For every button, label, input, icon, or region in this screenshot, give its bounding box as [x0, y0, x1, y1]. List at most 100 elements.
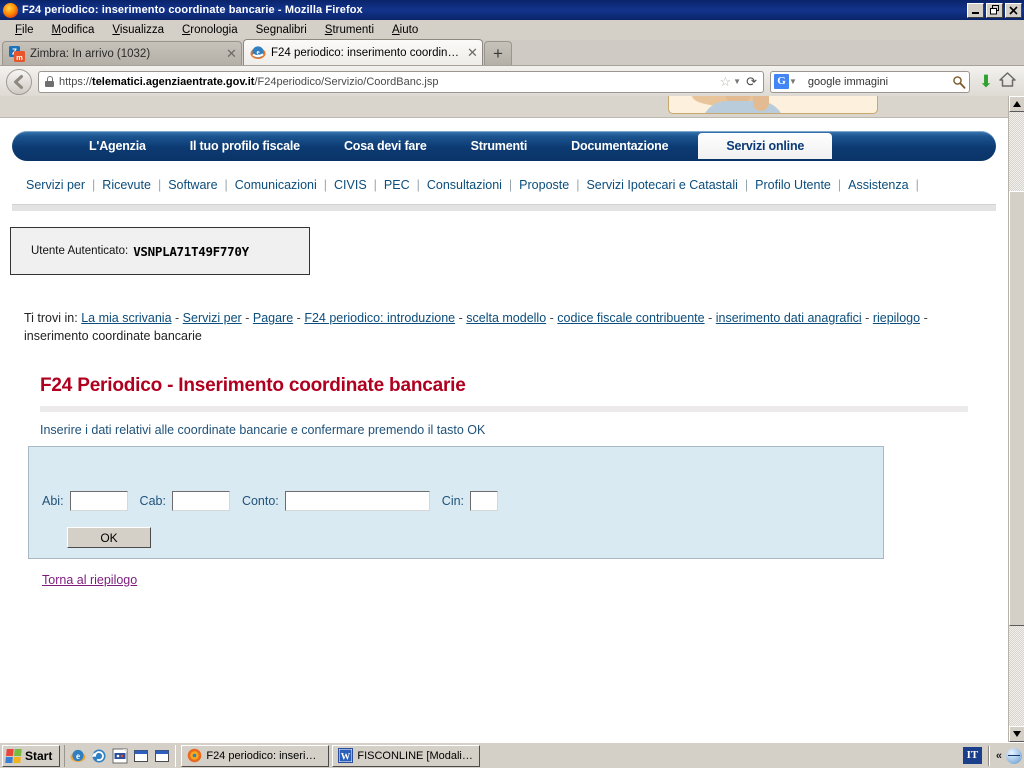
firefox-icon — [187, 748, 202, 763]
system-tray: IT « — [959, 745, 1022, 767]
reload-icon[interactable]: ⟳ — [746, 74, 757, 90]
scroll-up-button[interactable] — [1009, 96, 1024, 112]
home-icon[interactable] — [996, 72, 1018, 91]
subnav-servizi-per[interactable]: Servizi per — [26, 178, 92, 192]
url-bar[interactable]: https://telematici.agenziaentrate.gov.it… — [38, 70, 764, 93]
chevron-down-icon[interactable]: ▼ — [733, 77, 741, 86]
media-icon[interactable] — [112, 748, 128, 764]
subnav-consultazioni[interactable]: Consultazioni — [420, 178, 509, 192]
menu-cronologia[interactable]: Cronologia — [173, 23, 247, 37]
tab-f24-periodico[interactable]: e F24 periodico: inserimento coordinate … — [243, 39, 483, 65]
network-activity-icon[interactable] — [1006, 747, 1022, 764]
breadcrumb-link-codice-fiscale[interactable]: codice fiscale contribuente — [557, 311, 704, 325]
back-button[interactable] — [6, 68, 32, 95]
downloads-icon[interactable]: ⬇ — [976, 72, 996, 92]
breadcrumb-separator: - — [923, 311, 928, 325]
svg-text:e: e — [256, 48, 259, 56]
maximize-button[interactable] — [986, 2, 1003, 18]
scroll-down-button[interactable] — [1009, 726, 1024, 742]
abi-label: Abi: — [42, 494, 64, 508]
breadcrumb-separator: - — [549, 311, 554, 325]
start-button-label: Start — [25, 748, 53, 763]
site-sub-navigation: Servizi per | Ricevute | Software | Comunicazi… — [26, 178, 919, 192]
nav-item-servizi-online[interactable]: Servizi online — [698, 133, 833, 159]
subnav-pec[interactable]: PEC — [377, 178, 417, 192]
form-instruction: Inserire i dati relativi alle coordinate… — [40, 423, 486, 437]
chevron-down-icon[interactable]: ▼ — [789, 77, 797, 86]
breadcrumb-link-scrivania[interactable]: La mia scrivania — [81, 311, 171, 325]
nav-item-profilo-fiscale[interactable]: Il tuo profilo fiscale — [168, 133, 322, 159]
ok-button[interactable]: OK — [67, 527, 151, 548]
subnav-civis[interactable]: CIVIS — [327, 178, 374, 192]
taskbar: Start e F24 periodico: inserim... W FISC… — [0, 742, 1024, 768]
language-indicator[interactable]: IT — [962, 747, 982, 764]
quick-launch-bar: e — [64, 744, 177, 767]
nav-item-lagenzia[interactable]: L'Agenzia — [67, 133, 168, 159]
breadcrumb-link-introduzione[interactable]: F24 periodico: introduzione — [304, 311, 455, 325]
subnav-assistenza[interactable]: Assistenza — [841, 178, 915, 192]
window-icon[interactable] — [154, 748, 170, 764]
window-icon[interactable] — [133, 748, 149, 764]
menu-modifica[interactable]: Modifica — [43, 23, 104, 37]
breadcrumb-link-dati-anagrafici[interactable]: inserimento dati anagrafici — [716, 311, 862, 325]
tab-close-icon[interactable]: ✕ — [467, 46, 478, 59]
breadcrumb-link-riepilogo[interactable]: riepilogo — [873, 311, 920, 325]
tab-close-icon[interactable]: ✕ — [226, 47, 237, 60]
conto-input[interactable] — [284, 491, 430, 511]
new-tab-button[interactable]: + — [484, 41, 512, 65]
abi-input[interactable] — [69, 491, 128, 511]
page-viewport: L'Agenzia Il tuo profilo fiscale Cosa de… — [0, 96, 1024, 742]
close-button[interactable] — [1005, 2, 1022, 18]
subnav-software[interactable]: Software — [161, 178, 224, 192]
google-icon[interactable]: G — [774, 74, 789, 89]
cab-input[interactable] — [171, 491, 230, 511]
breadcrumb-link-pagare[interactable]: Pagare — [253, 311, 293, 325]
taskbar-item-word[interactable]: W FISCONLINE [Modalità di... — [332, 744, 481, 767]
site-mainnav-wrapper: L'Agenzia Il tuo profilo fiscale Cosa de… — [0, 118, 1008, 161]
tray-divider — [987, 745, 990, 766]
authenticated-user-code: VSNPLA71T49F770Y — [133, 243, 249, 259]
menu-bar: FFileile Modifica Visualizza Cronologia … — [0, 20, 1024, 40]
window-controls — [967, 2, 1022, 18]
banner-photo — [668, 96, 878, 114]
breadcrumb-separator: - — [458, 311, 463, 325]
menu-strumenti[interactable]: Strumenti — [316, 23, 383, 37]
breadcrumb-separator: - — [708, 311, 713, 325]
breadcrumb-link-servizi-per[interactable]: Servizi per — [183, 311, 242, 325]
refresh-icon[interactable] — [91, 748, 107, 764]
menu-segnalibri[interactable]: Segnalibri — [247, 23, 316, 37]
menu-aiuto[interactable]: Aiuto — [383, 23, 427, 37]
scrollbar-thumb[interactable] — [1009, 191, 1024, 626]
breadcrumb-link-scelta-modello[interactable]: scelta modello — [466, 311, 546, 325]
search-bar[interactable]: G ▼ google immagini — [770, 70, 970, 93]
start-button[interactable]: Start — [2, 744, 61, 767]
breadcrumb-separator: - — [245, 311, 250, 325]
bookmark-star-icon[interactable]: ☆ — [720, 74, 732, 90]
nav-item-strumenti[interactable]: Strumenti — [449, 133, 550, 159]
tray-expand-icon[interactable]: « — [996, 750, 1002, 762]
taskbar-item-firefox[interactable]: F24 periodico: inserim... — [181, 744, 330, 767]
subnav-servizi-ipotecari[interactable]: Servizi Ipotecari e Catastali — [579, 178, 744, 192]
nav-item-cosa-devi-fare[interactable]: Cosa devi fare — [322, 133, 449, 159]
subnav-comunicazioni[interactable]: Comunicazioni — [228, 178, 324, 192]
back-to-summary-link[interactable]: Torna al riepilogo — [42, 573, 137, 587]
nav-item-documentazione[interactable]: Documentazione — [549, 133, 690, 159]
page-scrollbar[interactable] — [1008, 96, 1024, 742]
tab-strip: Z m Zimbra: In arrivo (1032) ✕ e F24 per… — [0, 39, 1024, 66]
tab-zimbra[interactable]: Z m Zimbra: In arrivo (1032) ✕ — [2, 41, 242, 65]
subnav-proposte[interactable]: Proposte — [512, 178, 576, 192]
search-icon[interactable] — [952, 75, 966, 89]
site-banner-strip — [0, 96, 1008, 118]
internet-explorer-icon[interactable]: e — [70, 748, 86, 764]
subnav-ricevute[interactable]: Ricevute — [95, 178, 158, 192]
breadcrumb-separator: - — [865, 311, 870, 325]
tab-label: F24 periodico: inserimento coordinate ba… — [271, 46, 461, 59]
minimize-button[interactable] — [967, 2, 984, 18]
menu-visualizza[interactable]: Visualizza — [103, 23, 173, 37]
menu-file[interactable]: FFileile — [6, 23, 43, 37]
breadcrumb-current: inserimento coordinate bancarie — [24, 329, 202, 343]
title-divider — [40, 406, 968, 412]
search-input[interactable]: google immagini — [802, 76, 952, 88]
subnav-profilo-utente[interactable]: Profilo Utente — [748, 178, 838, 192]
cin-input[interactable] — [470, 491, 499, 511]
